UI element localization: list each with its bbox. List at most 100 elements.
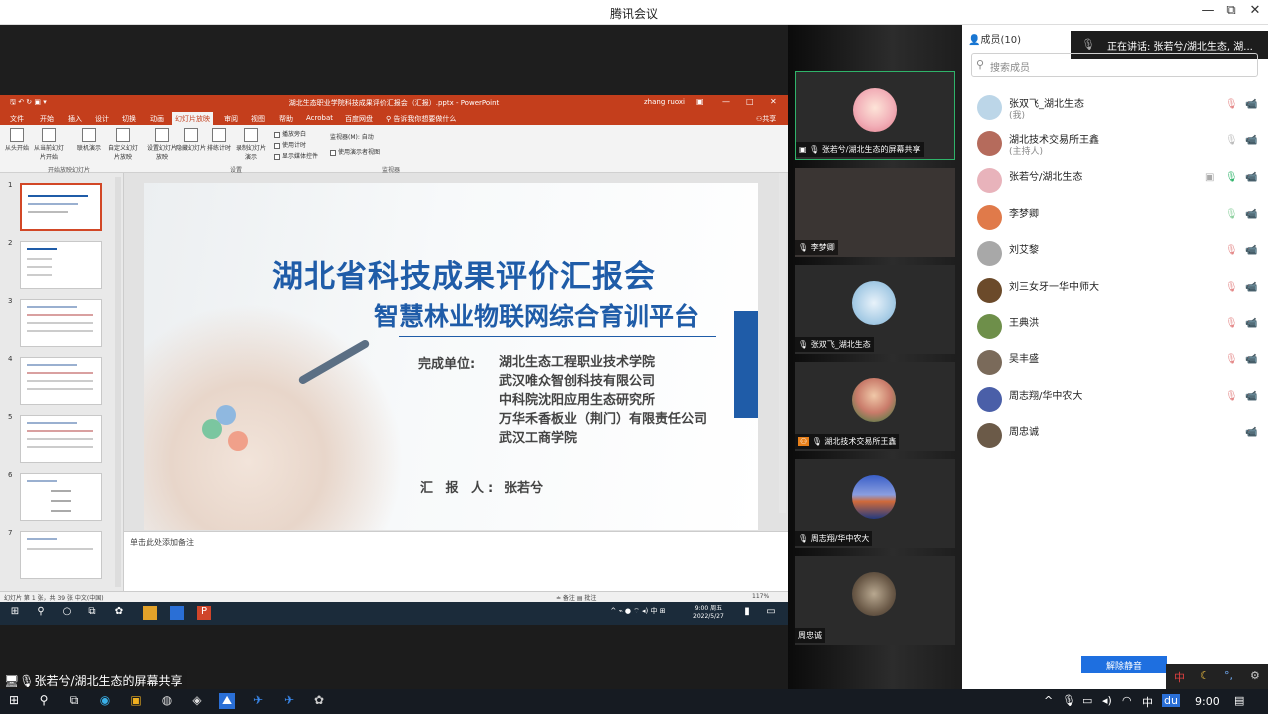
- camera-off-icon[interactable]: 📹: [1245, 318, 1257, 329]
- mic-icon[interactable]: 🎙: [1225, 135, 1238, 146]
- app-icon[interactable]: ✈: [281, 693, 297, 709]
- unmute-button[interactable]: 解除静音: [1081, 656, 1167, 673]
- tell-me-search[interactable]: ⚲ 告诉我你想要做什么: [386, 114, 456, 124]
- mic-muted-icon[interactable]: 🎙: [1225, 245, 1238, 256]
- member-row[interactable]: 周志翔/华中农大 🎙 📹: [962, 382, 1268, 418]
- camera-off-icon[interactable]: 📹: [1245, 354, 1257, 365]
- slide-thumbnail[interactable]: [20, 473, 102, 521]
- slide-scrollbar[interactable]: [779, 173, 786, 513]
- app-icon[interactable]: ✈: [250, 693, 266, 709]
- mic-muted-icon[interactable]: 🎙: [1225, 354, 1238, 365]
- file-explorer-icon[interactable]: ▣: [128, 693, 144, 709]
- ime-icon[interactable]: 中: [1142, 694, 1153, 710]
- monitor-select[interactable]: 监视器(M): 自动: [330, 132, 374, 141]
- tab-insert[interactable]: 插入: [68, 114, 82, 124]
- check-timings[interactable]: 使用计时: [274, 140, 306, 149]
- tab-slideshow[interactable]: 幻灯片放映: [172, 112, 213, 125]
- task-view-icon[interactable]: ⧉: [66, 693, 82, 709]
- notes-comments-toggle[interactable]: ≐ 备注 ▤ 批注: [556, 593, 596, 602]
- check-presenter-view[interactable]: 使用演示者视图: [330, 147, 380, 156]
- ime-lang-toggle[interactable]: 中: [1174, 669, 1185, 685]
- mic-muted-icon[interactable]: 🎙: [1225, 391, 1238, 402]
- tab-view[interactable]: 视图: [251, 114, 265, 124]
- notes-pane[interactable]: 单击此处添加备注: [124, 531, 788, 591]
- system-clock[interactable]: 9:00: [1195, 695, 1220, 708]
- thumb-scrollbar[interactable]: [115, 177, 121, 587]
- baidu-icon[interactable]: du: [1162, 694, 1180, 707]
- network-icon[interactable]: ◠: [1122, 694, 1132, 707]
- present-online-button[interactable]: 联机演示: [74, 128, 104, 152]
- tab-file[interactable]: 文件: [10, 114, 24, 124]
- app-icon[interactable]: ◈: [189, 693, 205, 709]
- mic-icon[interactable]: 🎙: [1225, 209, 1238, 220]
- screen-share-icon[interactable]: ▣: [1205, 172, 1214, 183]
- mic-icon[interactable]: 🎙: [1062, 694, 1076, 707]
- slide-thumbnail[interactable]: [20, 415, 102, 463]
- video-tile[interactable]: ▣ 🎙 张若兮/湖北生态的屏幕共享: [795, 71, 955, 160]
- app-icon[interactable]: ◍: [159, 693, 175, 709]
- share-button[interactable]: ⚇共享: [756, 114, 776, 124]
- camera-off-icon[interactable]: 📹: [1245, 427, 1257, 438]
- check-narration[interactable]: 播放旁白: [274, 129, 306, 138]
- slide-thumbnail[interactable]: [20, 241, 102, 289]
- video-tile[interactable]: 🎙 张双飞_湖北生态: [795, 265, 955, 354]
- slide-thumbnail[interactable]: [20, 357, 102, 405]
- custom-show-button[interactable]: 自定义幻灯片放映: [108, 128, 138, 161]
- slide-thumbnail[interactable]: [20, 183, 102, 231]
- tray-expand-icon[interactable]: ^: [1044, 694, 1053, 707]
- member-row[interactable]: 张双飞_湖北生态 (我) 🎙 📹: [962, 90, 1268, 126]
- app-icon[interactable]: ✿: [311, 693, 327, 709]
- mic-active-icon[interactable]: 🎙: [1225, 172, 1238, 183]
- tab-review[interactable]: 审阅: [224, 114, 238, 124]
- rehearse-button[interactable]: 排练计时: [204, 128, 234, 152]
- video-tile[interactable]: 🎙 周志翔/华中农大: [795, 459, 955, 548]
- windows-start-icon[interactable]: ⊞: [6, 693, 22, 709]
- tab-acrobat[interactable]: Acrobat: [306, 114, 333, 122]
- from-current-button[interactable]: 从当前幻灯片开始: [34, 128, 64, 161]
- camera-off-icon[interactable]: 📹: [1245, 282, 1257, 293]
- maximize-button[interactable]: ⧉: [1221, 3, 1241, 18]
- tab-animations[interactable]: 动画: [150, 114, 164, 124]
- edge-icon[interactable]: ◉: [97, 693, 113, 709]
- video-tile[interactable]: 周忠诚: [795, 556, 955, 645]
- member-row[interactable]: 周忠诚 📹: [962, 418, 1268, 454]
- gear-icon[interactable]: ⚙: [1250, 669, 1260, 682]
- tab-help[interactable]: 帮助: [279, 114, 293, 124]
- mic-muted-icon[interactable]: 🎙: [1225, 282, 1238, 293]
- member-row[interactable]: 刘艾黎 🎙 📹: [962, 236, 1268, 272]
- camera-off-icon[interactable]: 📹: [1245, 99, 1257, 110]
- hide-slide-button[interactable]: 隐藏幻灯片: [176, 128, 206, 152]
- ppt-maximize-icon[interactable]: □: [746, 97, 754, 106]
- tab-home[interactable]: 开始: [40, 114, 54, 124]
- camera-off-icon[interactable]: 📹: [1245, 172, 1257, 183]
- camera-off-icon[interactable]: 📹: [1245, 209, 1257, 220]
- member-row[interactable]: 吴丰盛 🎙 📹: [962, 345, 1268, 381]
- video-tile[interactable]: 🎙 李梦卿: [795, 168, 955, 257]
- setup-show-button[interactable]: 设置幻灯片放映: [147, 128, 177, 161]
- mic-muted-icon[interactable]: 🎙: [1225, 99, 1238, 110]
- member-row[interactable]: 刘三女牙一华中师大 🎙 📹: [962, 273, 1268, 309]
- from-beginning-button[interactable]: 从头开始: [2, 128, 32, 152]
- mic-muted-icon[interactable]: 🎙: [1225, 318, 1238, 329]
- member-search-input[interactable]: ⚲ 搜索成员: [971, 53, 1258, 77]
- ppt-minimize-icon[interactable]: —: [722, 97, 730, 106]
- record-button[interactable]: 录制幻灯片演示: [236, 128, 266, 161]
- notification-icon[interactable]: ▤: [1234, 694, 1244, 707]
- tab-transitions[interactable]: 切换: [122, 114, 136, 124]
- member-row[interactable]: 张若兮/湖北生态 ▣ 🎙 📹: [962, 163, 1268, 199]
- slide-thumbnail[interactable]: [20, 299, 102, 347]
- volume-icon[interactable]: ◂): [1102, 694, 1112, 707]
- ppt-close-icon[interactable]: ✕: [770, 97, 777, 106]
- camera-off-icon[interactable]: 📹: [1245, 135, 1257, 146]
- camera-off-icon[interactable]: 📹: [1245, 391, 1257, 402]
- moon-icon[interactable]: ☾: [1200, 669, 1210, 682]
- video-tile[interactable]: ⚇ 🎙 湖北技术交易所王鑫: [795, 362, 955, 451]
- close-button[interactable]: ✕: [1245, 3, 1265, 18]
- camera-off-icon[interactable]: 📹: [1245, 245, 1257, 256]
- minimize-button[interactable]: —: [1198, 3, 1218, 18]
- member-row[interactable]: 湖北技术交易所王鑫 (主持人) 🎙 📹: [962, 126, 1268, 162]
- battery-icon[interactable]: ▭: [1082, 694, 1092, 707]
- tab-baidu[interactable]: 百度网盘: [345, 114, 373, 124]
- ribbon-display-icon[interactable]: ▣: [696, 97, 704, 106]
- meeting-app-icon[interactable]: ⛰: [219, 693, 235, 709]
